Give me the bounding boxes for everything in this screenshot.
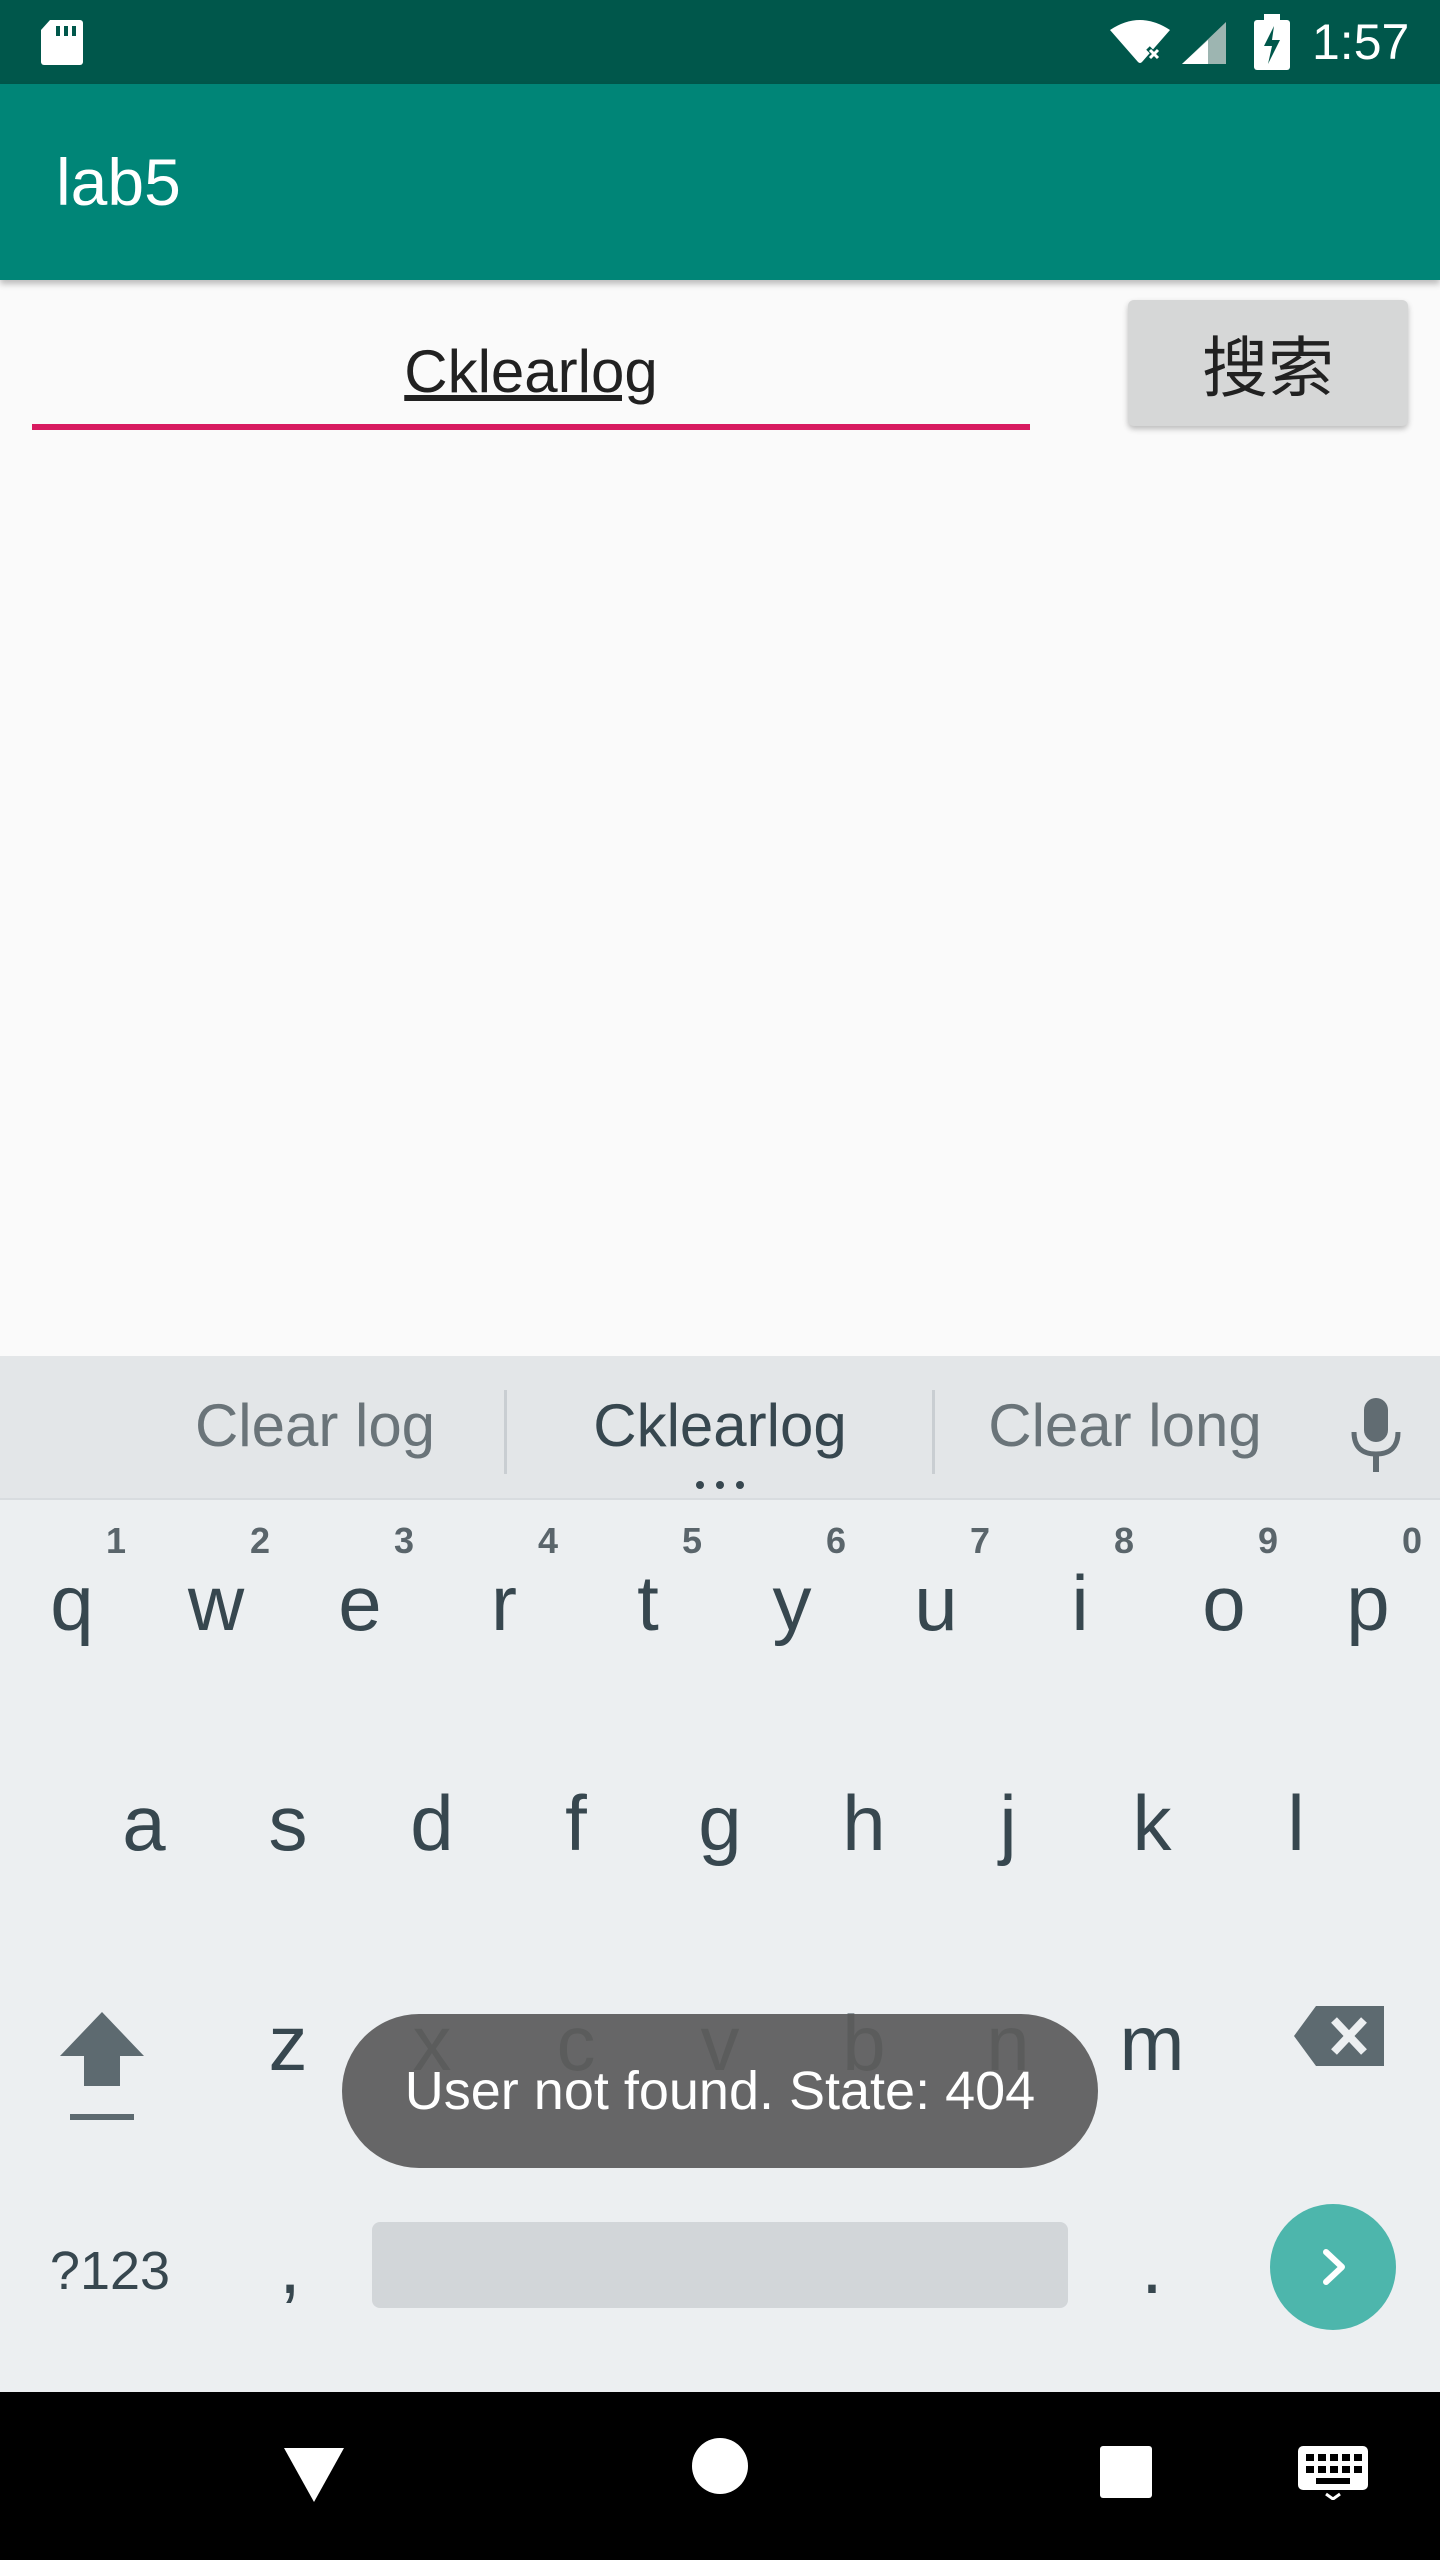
key-hint: 2 [249,1520,270,1561]
key-w[interactable]: w2 [144,1506,288,1686]
key-label: j [999,1779,1017,1867]
key-e[interactable]: e3 [288,1506,432,1686]
key-hint: 0 [1401,1520,1422,1561]
key-hint: 1 [105,1520,126,1561]
key-a[interactable]: a [72,1726,216,1906]
key-label: k [1132,1779,1172,1867]
key-g[interactable]: g [648,1726,792,1906]
key-hint: 8 [1113,1520,1134,1561]
suggestion-item[interactable]: Clear log [140,1386,490,1466]
wifi-off-icon [1110,20,1170,63]
keyboard-switch-icon[interactable] [1296,2444,1370,2500]
battery-charging-icon [1254,14,1290,70]
key-label: l [1287,1779,1305,1867]
soft-keyboard: Clear log Cklearlog Clear long q1w2e3r4t… [0,1356,1440,2392]
key-label: h [842,1779,886,1867]
key-label: i [1071,1559,1089,1647]
navigation-bar [0,2392,1440,2560]
chevron-right-icon [1323,2249,1345,2285]
search-input[interactable] [32,318,1030,430]
more-suggestions-icon[interactable] [694,1480,746,1490]
key-l[interactable]: l [1224,1726,1368,1906]
key-label: r [491,1559,517,1647]
shift-key-icon[interactable] [42,1998,162,2148]
suggestion-item[interactable]: Clear long [950,1386,1300,1466]
key-j[interactable]: j [936,1726,1080,1906]
key-z[interactable]: z [216,1946,360,2126]
home-circle-icon[interactable] [690,2436,750,2496]
comma-key[interactable]: , [240,2206,340,2326]
key-d[interactable]: d [360,1726,504,1906]
key-q[interactable]: q1 [0,1506,144,1686]
key-label: y [772,1559,812,1647]
key-label: f [565,1779,587,1867]
suggestion-divider [504,1390,507,1474]
key-o[interactable]: o9 [1152,1506,1296,1686]
key-label: w [187,1559,245,1647]
key-label: d [410,1779,454,1867]
app-title: lab5 [56,145,181,219]
suggestion-strip: Clear log Cklearlog Clear long [0,1356,1440,1500]
key-label: p [1346,1559,1390,1647]
recents-square-icon[interactable] [1098,2444,1154,2500]
backspace-key-icon[interactable] [1290,1996,1390,2076]
key-f[interactable]: f [504,1726,648,1906]
key-label: z [268,1999,308,2087]
search-button[interactable]: 搜索 [1128,300,1408,426]
suggestion-item-primary[interactable]: Cklearlog [530,1386,910,1466]
key-label: o [1202,1559,1246,1647]
key-label: t [637,1559,659,1647]
cellular-signal-icon [1182,22,1226,64]
key-p[interactable]: p0 [1296,1506,1440,1686]
key-label: s [268,1779,308,1867]
key-r[interactable]: r4 [432,1506,576,1686]
key-s[interactable]: s [216,1726,360,1906]
key-k[interactable]: k [1080,1726,1224,1906]
key-label: m [1119,1999,1185,2087]
key-hint: 5 [681,1520,702,1561]
key-i[interactable]: i8 [1008,1506,1152,1686]
status-time: 1:57 [1312,14,1410,70]
period-key[interactable]: . [1102,2206,1202,2326]
key-label: q [50,1559,94,1647]
key-u[interactable]: u7 [864,1506,1008,1686]
key-label: u [914,1559,958,1647]
microphone-icon[interactable] [1346,1396,1406,1474]
key-label: g [698,1779,742,1867]
sd-card-icon [41,20,83,65]
key-label: e [338,1559,382,1647]
app-bar: lab5 [0,84,1440,280]
key-h[interactable]: h [792,1726,936,1906]
key-m[interactable]: m [1080,1946,1224,2126]
key-hint: 3 [393,1520,414,1561]
key-hint: 7 [969,1520,990,1561]
space-bar[interactable] [372,2222,1068,2308]
key-hint: 9 [1257,1520,1278,1561]
suggestion-divider [932,1390,935,1474]
status-bar: 1:57 [0,0,1440,84]
go-key[interactable] [1270,2204,1396,2330]
symbols-key[interactable]: ?123 [30,2226,190,2316]
key-label: a [122,1779,166,1867]
key-t[interactable]: t5 [576,1506,720,1686]
key-y[interactable]: y6 [720,1506,864,1686]
key-hint: 4 [537,1520,558,1561]
back-triangle-icon[interactable] [280,2442,348,2508]
key-hint: 6 [825,1520,846,1561]
toast-message: User not found. State: 404 [342,2014,1098,2168]
